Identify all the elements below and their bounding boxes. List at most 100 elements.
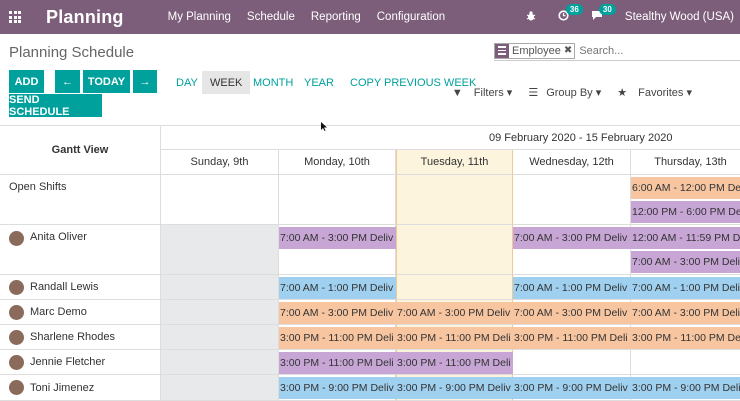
gantt-view-title: Gantt View (0, 126, 161, 175)
add-button[interactable]: ADD (9, 70, 44, 93)
gantt-cell[interactable] (513, 350, 631, 375)
shift-pill[interactable]: 3:00 PM - 11:00 PM Deli (396, 352, 513, 374)
systray: 36 30 Stealthy Wood (USA) (526, 0, 740, 34)
favorites-dropdown[interactable]: ★ Favorites ▾ (609, 86, 692, 99)
scale-day-button[interactable]: DAY (168, 71, 206, 94)
employee-name: Anita Oliver (30, 231, 87, 243)
apps-menu-icon[interactable] (0, 0, 30, 34)
menu-reporting[interactable]: Reporting (311, 11, 361, 23)
shift-pill[interactable]: 6:00 AM - 12:00 PM Deli (631, 177, 740, 199)
gantt-date-range: 09 February 2020 - 15 February 2020 (161, 126, 740, 150)
send-schedule-button[interactable]: SEND SCHEDULE (9, 94, 102, 118)
gantt-row-label: Open Shifts (0, 175, 161, 225)
scale-month-button[interactable]: MONTH (245, 71, 301, 94)
shift-pill[interactable]: 3:00 PM - 9:00 PM Deliv (631, 377, 740, 399)
employee-name: Toni Jimenez (30, 381, 95, 394)
gantt-cell[interactable] (161, 375, 279, 401)
gantt-cell[interactable] (513, 175, 631, 225)
filter-icon: ▼ (451, 87, 463, 99)
gantt-row-label: Jennie Fletcher (0, 350, 161, 375)
employee-avatar (9, 279, 24, 295)
gantt-cell[interactable] (631, 350, 740, 375)
employee-name: Open Shifts (9, 181, 67, 193)
gantt-cell[interactable] (161, 275, 279, 300)
gantt-cell[interactable] (396, 275, 513, 300)
employee-avatar (9, 304, 24, 320)
shift-pill[interactable]: 12:00 AM - 11:59 PM De (631, 227, 740, 249)
employee-avatar (9, 380, 24, 395)
employee-name: Marc Demo (30, 306, 87, 318)
gantt-day-header: Monday, 10th (279, 150, 396, 175)
search-bar: Employee ✖ (494, 41, 740, 61)
gantt-cell[interactable] (161, 350, 279, 375)
gantt-cell[interactable] (396, 175, 513, 225)
gantt-day-header: Sunday, 9th (161, 150, 279, 175)
menu-my-planning[interactable]: My Planning (168, 11, 231, 23)
shift-pill[interactable]: 7:00 AM - 3:00 PM Deliv (631, 251, 740, 273)
shift-pill[interactable]: 7:00 AM - 3:00 PM Deliv (513, 302, 631, 324)
previous-arrow-button[interactable]: ← (55, 70, 80, 93)
remove-facet-icon[interactable]: ✖ (564, 45, 574, 56)
shift-pill[interactable]: 12:00 PM - 6:00 PM Deli (631, 201, 740, 223)
group-by-facet-icon (495, 43, 509, 58)
user-menu[interactable]: Stealthy Wood (USA) (625, 11, 734, 23)
gantt-cell[interactable] (161, 325, 279, 350)
employee-avatar (9, 329, 24, 345)
gantt-cell[interactable] (161, 300, 279, 325)
shift-pill[interactable]: 7:00 AM - 1:00 PM Deliv (631, 277, 740, 299)
search-facet-value: Employee (512, 44, 561, 57)
gantt-cell[interactable] (279, 175, 396, 225)
debug-bug-icon[interactable] (526, 10, 536, 24)
messages-count-badge: 30 (598, 4, 616, 15)
gantt-cell[interactable] (396, 225, 513, 275)
gantt-cell[interactable] (161, 225, 279, 275)
gantt-row-label: Marc Demo (0, 300, 161, 325)
filters-dropdown[interactable]: ▼ Filters ▾ (444, 86, 512, 99)
group-by-dropdown[interactable]: ☰ Group By ▾ (520, 86, 601, 99)
shift-pill[interactable]: 3:00 PM - 9:00 PM Deliv (513, 377, 631, 399)
employee-name: Randall Lewis (30, 281, 99, 293)
shift-pill[interactable]: 3:00 PM - 11:00 PM Deli (631, 327, 740, 349)
shift-pill[interactable]: 7:00 AM - 1:00 PM Deliv (279, 277, 396, 299)
search-input[interactable] (579, 44, 690, 57)
menu-configuration[interactable]: Configuration (377, 11, 445, 23)
breadcrumb: Planning Schedule (9, 44, 135, 61)
gantt-day-header: Thursday, 13th (631, 150, 740, 175)
search-options: ▼ Filters ▾ ☰ Group By ▾ ★ Favorites ▾ (436, 86, 692, 99)
activity-clock-icon[interactable]: 36 (558, 4, 583, 24)
shift-pill[interactable]: 3:00 PM - 11:00 PM Deli (279, 327, 396, 349)
shift-pill[interactable]: 3:00 PM - 9:00 PM Deliv (396, 377, 513, 399)
employee-name: Sharlene Rhodes (30, 331, 116, 343)
mouse-cursor-icon (321, 122, 327, 131)
search-facet-employee[interactable]: Employee ✖ (494, 42, 576, 59)
shift-pill[interactable]: 7:00 AM - 1:00 PM Deliv (513, 277, 631, 299)
menu-schedule[interactable]: Schedule (247, 11, 295, 23)
scale-year-button[interactable]: YEAR (296, 71, 342, 94)
shift-pill[interactable]: 3:00 PM - 11:00 PM Deli (396, 327, 513, 349)
shift-pill[interactable]: 7:00 AM - 3:00 PM Deliv (631, 302, 740, 324)
gantt-cell[interactable] (161, 175, 279, 225)
app-title[interactable]: Planning (46, 7, 124, 28)
filters-label: Filters (473, 87, 504, 99)
employee-avatar (9, 231, 24, 246)
next-arrow-button[interactable]: → (133, 70, 157, 93)
scale-week-button[interactable]: WEEK (202, 71, 251, 94)
employee-name: Jennie Fletcher (30, 356, 106, 368)
activity-count-badge: 36 (565, 4, 583, 15)
messages-chat-icon[interactable]: 30 (591, 4, 616, 24)
shift-pill[interactable]: 7:00 AM - 3:00 PM Deliv (279, 302, 396, 324)
gantt-row-label: Anita Oliver (0, 225, 161, 275)
group-by-label: Group By (546, 87, 593, 99)
shift-pill[interactable]: 3:00 PM - 9:00 PM Deliv (279, 377, 396, 399)
gantt-view: Gantt View 09 February 2020 - 15 Februar… (0, 126, 740, 401)
shift-pill[interactable]: 7:00 AM - 3:00 PM Deliv (513, 227, 631, 249)
shift-pill[interactable]: 3:00 PM - 11:00 PM Deli (513, 327, 631, 349)
control-panel: Planning Schedule Employee ✖ ADD ← TODAY… (0, 34, 740, 126)
group-by-icon: ☰ (528, 87, 539, 99)
gantt-day-header: Wednesday, 12th (513, 150, 631, 175)
today-button[interactable]: TODAY (83, 70, 130, 93)
shift-pill[interactable]: 7:00 AM - 3:00 PM Deliv (279, 227, 396, 249)
shift-pill[interactable]: 3:00 PM - 11:00 PM Deli (279, 352, 396, 374)
main-menu: My Planning Schedule Reporting Configura… (168, 11, 462, 23)
shift-pill[interactable]: 7:00 AM - 3:00 PM Deliv (396, 302, 513, 324)
